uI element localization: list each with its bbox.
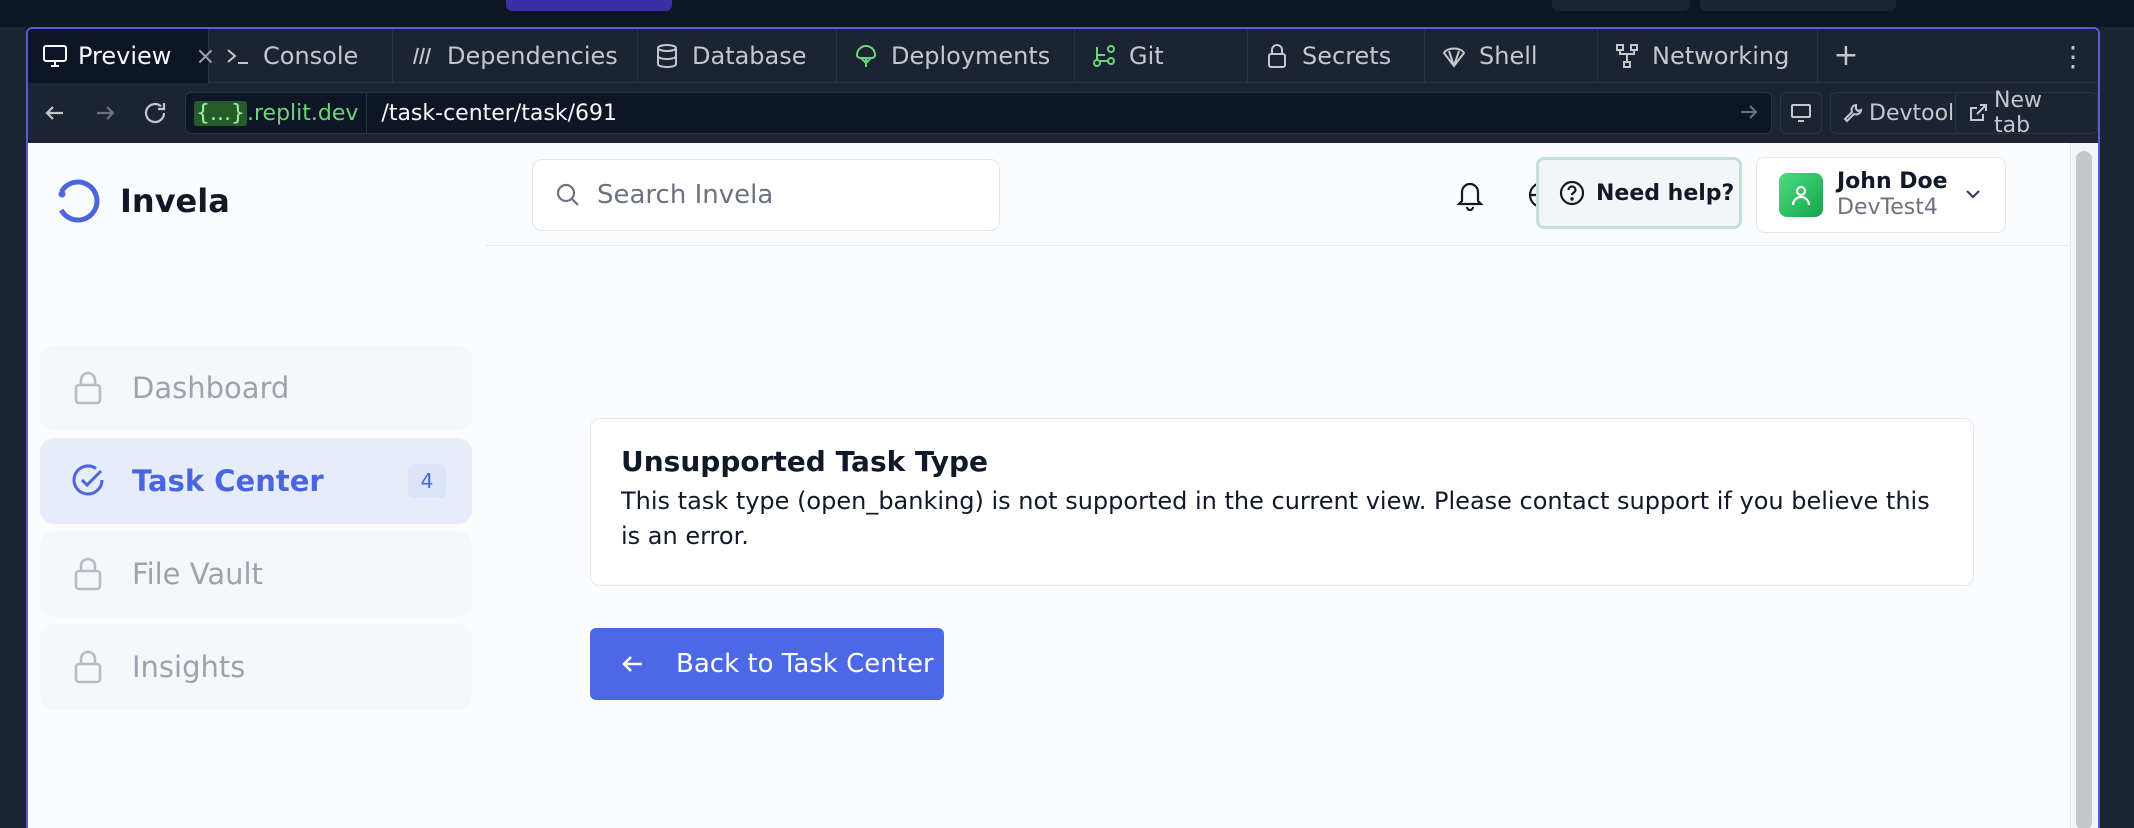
search-input[interactable]: [597, 180, 977, 210]
url-path: /task-center/task/691: [381, 100, 617, 126]
user-name: John Doe: [1837, 168, 1948, 194]
top-pill: [1700, 0, 1896, 11]
new-tab-label: New tab: [1993, 88, 2042, 138]
url-bar: {...} .replit.dev /task-center/task/691 D…: [28, 84, 2098, 142]
ide-right-gutter: [2100, 27, 2134, 828]
scrollbar[interactable]: [2070, 143, 2098, 828]
terminal-icon: [223, 41, 253, 71]
back-arrow-button[interactable]: [30, 88, 80, 138]
tab-database[interactable]: Database: [638, 29, 837, 83]
sidebar-item-label: Insights: [132, 650, 246, 684]
address-field[interactable]: {...} .replit.dev /task-center/task/691: [185, 92, 1772, 134]
tab-secrets[interactable]: Secrets: [1248, 29, 1425, 83]
chevron-down-icon: [1963, 184, 1983, 208]
tab-label: Shell: [1479, 41, 1538, 70]
sidebar-item-label: Task Center: [132, 464, 324, 498]
lock-icon: [1262, 41, 1292, 71]
window-top-strip: [0, 0, 2134, 27]
tab-networking[interactable]: Networking: [1598, 29, 1818, 83]
tab-preview[interactable]: Preview ×: [28, 29, 216, 83]
sidebar-item-task-center[interactable]: Task Center 4: [40, 438, 472, 524]
back-to-task-center-button[interactable]: Back to Task Center: [590, 628, 944, 700]
tab-label: Dependencies: [447, 41, 618, 70]
header-divider: [486, 245, 2070, 246]
arrow-left-icon: [622, 656, 642, 672]
lock-icon: [70, 556, 106, 592]
sidebar-item-insights[interactable]: Insights: [40, 624, 472, 710]
search-box[interactable]: [532, 159, 1000, 231]
user-company: DevTest4: [1837, 195, 1938, 220]
brand-logo[interactable]: Invela: [54, 177, 230, 225]
shell-icon: [1439, 41, 1469, 71]
tab-git[interactable]: Git: [1075, 29, 1248, 83]
go-arrow-icon[interactable]: [1739, 101, 1759, 129]
top-pill: [1552, 0, 1690, 11]
error-title: Unsupported Task Type: [621, 445, 989, 478]
error-message: This task type (open_banking) is not sup…: [621, 487, 1930, 550]
wrench-icon: [1843, 103, 1863, 123]
avatar: [1779, 173, 1823, 217]
reload-button[interactable]: [130, 88, 180, 138]
add-tab-button[interactable]: +: [1818, 29, 1874, 83]
sidebar-item-label: Dashboard: [132, 371, 290, 405]
url-domain-template: {...}: [194, 100, 247, 126]
more-menu-button[interactable]: ⋮: [2058, 29, 2088, 83]
sidebar-item-label: File Vault: [132, 557, 263, 591]
back-button-label: Back to Task Center: [676, 649, 934, 679]
devtools-label: Devtools: [1869, 100, 1966, 126]
lock-icon: [70, 370, 106, 406]
task-count-badge: 4: [408, 464, 446, 498]
ide-tab-bar: Preview × Console Dependencies Database: [28, 29, 2098, 83]
user-menu[interactable]: John Doe DevTest4: [1756, 157, 2006, 233]
dependencies-icon: [407, 41, 437, 71]
user-info: John Doe DevTest4: [1837, 169, 1948, 222]
device-preview-button[interactable]: [1780, 92, 1822, 134]
new-tab-button[interactable]: New tab: [1955, 88, 2098, 138]
app-viewport: Invela Need help? John Doe DevTest4: [28, 143, 2098, 828]
invela-logo-icon: [56, 179, 100, 223]
sidebar-item-dashboard[interactable]: Dashboard: [40, 345, 472, 431]
tab-label: Console: [263, 41, 359, 70]
deploy-icon: [851, 41, 881, 71]
tab-label: Git: [1129, 41, 1164, 70]
tab-label: Preview: [78, 41, 172, 70]
need-help-label: Need help?: [1596, 180, 1735, 206]
forward-arrow-button[interactable]: [80, 88, 130, 138]
need-help-button[interactable]: Need help?: [1536, 157, 1742, 229]
user-icon: [1791, 185, 1811, 206]
tab-label: Database: [692, 41, 807, 70]
database-icon: [652, 41, 682, 71]
tab-console[interactable]: Console: [209, 29, 393, 83]
help-circle-icon: [1559, 180, 1585, 206]
tab-dependencies[interactable]: Dependencies: [393, 29, 638, 83]
tab-shell[interactable]: Shell: [1425, 29, 1598, 83]
tab-label: Secrets: [1302, 41, 1392, 70]
tab-label: Deployments: [891, 41, 1051, 70]
git-icon: [1089, 41, 1119, 71]
url-domain-suffix: .replit.dev: [246, 100, 359, 126]
lock-icon: [70, 649, 106, 685]
scrollbar-thumb[interactable]: [2076, 151, 2092, 828]
tab-label: Networking: [1652, 41, 1790, 70]
top-pill: [506, 0, 672, 11]
tab-deployments[interactable]: Deployments: [837, 29, 1075, 83]
network-icon: [1612, 41, 1642, 71]
ide-left-gutter: [0, 27, 26, 828]
external-link-icon: [1969, 104, 1987, 121]
monitor-icon: [1791, 104, 1811, 122]
bell-icon: [1456, 182, 1484, 211]
check-circle-icon: [70, 463, 106, 499]
monitor-icon: [42, 41, 68, 71]
notifications-button[interactable]: [1448, 173, 1492, 217]
preview-pane: Preview × Console Dependencies Database: [26, 27, 2100, 828]
search-icon: [556, 183, 579, 206]
error-card: Unsupported Task Type This task type (op…: [590, 418, 1974, 586]
url-domain: {...} .replit.dev: [186, 93, 368, 133]
sidebar-item-file-vault[interactable]: File Vault: [40, 531, 472, 617]
brand-name: Invela: [120, 182, 230, 220]
